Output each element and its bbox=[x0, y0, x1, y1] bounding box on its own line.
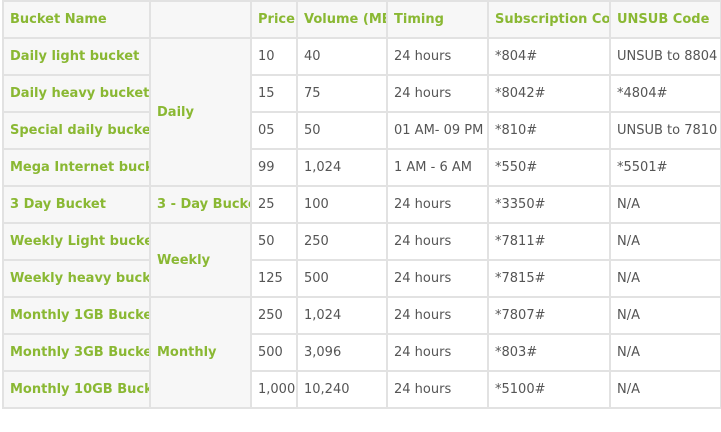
unsub-code-cell: *4804# bbox=[609, 74, 721, 113]
bucket-name-cell: Monthly 1GB Bucket bbox=[2, 296, 151, 335]
bucket-name-cell: Monthly 3GB Bucket bbox=[2, 333, 151, 372]
unsub-code-cell: N/A bbox=[609, 296, 721, 335]
unsub-code-cell: N/A bbox=[609, 333, 721, 372]
subscription-code-cell: *5100# bbox=[487, 370, 611, 409]
volume-cell: 3,096 bbox=[296, 333, 388, 372]
subscription-code-cell: *810# bbox=[487, 111, 611, 150]
group-cell-3-day: 3 - Day Bucket bbox=[149, 185, 252, 224]
timing-cell: 24 hours bbox=[386, 370, 489, 409]
timing-cell: 24 hours bbox=[386, 296, 489, 335]
table-row: Weekly Light bucket Weekly 50 250 24 hou… bbox=[2, 222, 721, 298]
header-subscription-code: Subscription Code bbox=[487, 0, 611, 39]
unsub-code-cell: N/A bbox=[609, 185, 721, 224]
volume-cell: 500 bbox=[296, 259, 388, 298]
price-cell: 15 bbox=[250, 74, 298, 113]
price-cell: 25 bbox=[250, 185, 298, 224]
subscription-code-cell: *550# bbox=[487, 148, 611, 187]
price-cell: 50 bbox=[250, 222, 298, 261]
table-row: 3 Day Bucket 3 - Day Bucket 25 100 24 ho… bbox=[2, 185, 721, 224]
unsub-code-cell: UNSUB to 8804 bbox=[609, 37, 721, 76]
price-cell: 99 bbox=[250, 148, 298, 187]
volume-cell: 10,240 bbox=[296, 370, 388, 409]
volume-cell: 40 bbox=[296, 37, 388, 76]
volume-cell: 75 bbox=[296, 74, 388, 113]
price-cell: 05 bbox=[250, 111, 298, 150]
table-row: Daily heavy bucket 15 75 24 hours *8042#… bbox=[2, 74, 721, 113]
bucket-name-cell: Special daily bucket bbox=[2, 111, 151, 150]
subscription-code-cell: *803# bbox=[487, 333, 611, 372]
price-cell: 500 bbox=[250, 333, 298, 372]
bucket-name-cell: Daily heavy bucket bbox=[2, 74, 151, 113]
unsub-code-cell: N/A bbox=[609, 370, 721, 409]
timing-cell: 24 hours bbox=[386, 74, 489, 113]
subscription-code-cell: *7811# bbox=[487, 222, 611, 261]
volume-cell: 100 bbox=[296, 185, 388, 224]
volume-cell: 1,024 bbox=[296, 296, 388, 335]
page: Bucket Name Price Volume (MB) Timing Sub… bbox=[0, 0, 721, 432]
subscription-code-cell: *3350# bbox=[487, 185, 611, 224]
header-timing: Timing bbox=[386, 0, 489, 39]
timing-cell: 24 hours bbox=[386, 333, 489, 372]
timing-cell: 1 AM - 6 AM bbox=[386, 148, 489, 187]
header-price: Price bbox=[250, 0, 298, 39]
table-row: Special daily bucket 05 50 01 AM- 09 PM … bbox=[2, 111, 721, 150]
bucket-name-cell: Monthly 10GB Bucket bbox=[2, 370, 151, 409]
unsub-code-cell: N/A bbox=[609, 259, 721, 298]
bucket-name-cell: 3 Day Bucket bbox=[2, 185, 151, 224]
bucket-name-cell: Weekly Light bucket bbox=[2, 222, 151, 261]
timing-cell: 24 hours bbox=[386, 185, 489, 224]
unsub-code-cell: N/A bbox=[609, 222, 721, 261]
unsub-code-cell: *5501# bbox=[609, 148, 721, 187]
header-group bbox=[149, 0, 252, 39]
subscription-code-cell: *7807# bbox=[487, 296, 611, 335]
group-cell-daily: Daily bbox=[149, 37, 252, 187]
bucket-name-cell: Daily light bucket bbox=[2, 37, 151, 76]
table-header-row: Bucket Name Price Volume (MB) Timing Sub… bbox=[2, 0, 721, 39]
group-cell-weekly: Weekly bbox=[149, 222, 252, 298]
table-row: Monthly 3GB Bucket 500 3,096 24 hours *8… bbox=[2, 333, 721, 372]
subscription-code-cell: *7815# bbox=[487, 259, 611, 298]
unsub-code-cell: UNSUB to 7810 bbox=[609, 111, 721, 150]
price-cell: 10 bbox=[250, 37, 298, 76]
volume-cell: 250 bbox=[296, 222, 388, 261]
table-row: Mega Internet bucket 99 1,024 1 AM - 6 A… bbox=[2, 148, 721, 187]
price-cell: 1,000 bbox=[250, 370, 298, 409]
table-row: Daily light bucket Daily 10 40 24 hours … bbox=[2, 37, 721, 187]
bucket-table: Bucket Name Price Volume (MB) Timing Sub… bbox=[2, 0, 721, 409]
bucket-name-cell: Mega Internet bucket bbox=[2, 148, 151, 187]
bucket-name-cell: Weekly heavy bucket bbox=[2, 259, 151, 298]
header-volume: Volume (MB) bbox=[296, 0, 388, 39]
group-cell-monthly: Monthly bbox=[149, 296, 252, 409]
header-unsub-code: UNSUB Code bbox=[609, 0, 721, 39]
price-cell: 250 bbox=[250, 296, 298, 335]
table-row: Monthly 10GB Bucket 1,000 10,240 24 hour… bbox=[2, 370, 721, 409]
header-bucket-name: Bucket Name bbox=[2, 0, 151, 39]
price-cell: 125 bbox=[250, 259, 298, 298]
subscription-code-cell: *8042# bbox=[487, 74, 611, 113]
volume-cell: 50 bbox=[296, 111, 388, 150]
timing-cell: 01 AM- 09 PM bbox=[386, 111, 489, 150]
table-row: Weekly heavy bucket 125 500 24 hours *78… bbox=[2, 259, 721, 298]
timing-cell: 24 hours bbox=[386, 259, 489, 298]
timing-cell: 24 hours bbox=[386, 222, 489, 261]
subscription-code-cell: *804# bbox=[487, 37, 611, 76]
timing-cell: 24 hours bbox=[386, 37, 489, 76]
volume-cell: 1,024 bbox=[296, 148, 388, 187]
table-row: Monthly 1GB Bucket Monthly 250 1,024 24 … bbox=[2, 296, 721, 409]
